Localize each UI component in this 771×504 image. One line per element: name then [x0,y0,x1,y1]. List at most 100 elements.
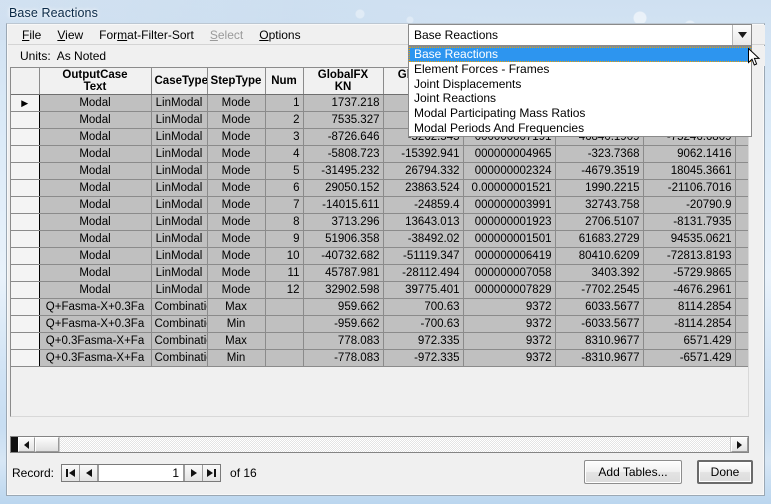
table-cell[interactable]: -323.7368 [555,145,644,163]
record-navigator[interactable]: Record: 1 of 16 [12,462,257,484]
table-row[interactable]: Modal LinModal Mode 12 32902.598 39775.401 000… [11,281,748,299]
column-header-globalfx[interactable]: GlobalFX KN [303,68,384,95]
table-selector-option[interactable]: Modal Periods And Frequencies [409,121,751,136]
record-nav-group[interactable]: 1 [61,464,222,482]
table-selector-option[interactable]: Element Forces - Frames [409,62,751,77]
table-cell[interactable]: Mode [207,281,266,299]
table-cell[interactable]: Mode [207,128,266,146]
table-selector-option[interactable]: Modal Participating Mass Ratios [409,106,751,121]
table-cell[interactable]: LinModal [151,196,208,214]
table-cell[interactable]: 4151.5151 [735,298,748,316]
table-cell[interactable]: -195924.944 [735,179,748,197]
table-cell[interactable]: LinModal [151,247,208,265]
table-cell[interactable]: Q+0.3Fasma-X+Fa [39,349,152,367]
table-cell[interactable]: Mode [207,264,266,282]
table-cell[interactable]: -35587.9522 [735,162,748,180]
table-cell[interactable]: 8114.2854 [643,298,736,316]
table-cell[interactable]: Modal [39,281,152,299]
table-cell[interactable]: 9372 [463,315,556,333]
table-cell[interactable]: Min [207,315,266,333]
table-cell[interactable]: -72813.8193 [643,247,736,265]
triangle-left-icon[interactable] [18,437,35,452]
table-cell[interactable]: 700.63 [383,298,464,316]
table-cell[interactable]: -28112.494 [383,264,464,282]
current-record-arrow-icon[interactable]: ▶ [11,94,40,112]
table-cell[interactable]: 146113.4007 [735,213,748,231]
table-row[interactable]: Modal LinModal Mode 7 -14015.611 -24859.4 0000… [11,196,748,214]
table-cell[interactable]: -203952.309 [735,281,748,299]
table-cell[interactable]: 959.662 [303,298,384,316]
table-selector-box[interactable]: Base Reactions [408,24,752,46]
table-cell[interactable]: 1990.2215 [555,179,644,197]
table-cell[interactable]: 94535.0621 [643,230,736,248]
table-cell[interactable]: LinModal [151,128,208,146]
table-cell[interactable]: 13643.013 [383,213,464,231]
table-cell[interactable]: -24859.4 [383,196,464,214]
table-cell[interactable]: 2706.5107 [555,213,644,231]
table-cell[interactable]: 972.335 [383,332,464,350]
table-cell[interactable]: 9372 [463,298,556,316]
table-cell[interactable]: -51119.347 [383,247,464,265]
table-cell[interactable]: 51906.358 [303,230,384,248]
table-cell[interactable]: LinModal [151,162,208,180]
menu-item-options[interactable]: Options [251,26,308,44]
table-cell[interactable]: 0.00000001521 [463,179,556,197]
table-cell[interactable]: 39775.401 [383,281,464,299]
table-cell[interactable]: -15392.941 [383,145,464,163]
table-cell[interactable]: 7535.327 [303,111,384,129]
table-cell[interactable]: Combination [151,332,208,350]
table-cell[interactable]: -972.335 [383,349,464,367]
table-cell[interactable]: 000000001923 [463,213,556,231]
table-cell[interactable]: -8310.9677 [555,349,644,367]
add-tables-button[interactable]: Add Tables... [584,460,682,484]
table-cell[interactable]: 5474.0995 [735,332,748,350]
row-selector-header[interactable] [11,68,40,95]
table-cell[interactable]: LinModal [151,213,208,231]
done-button[interactable]: Done [697,460,753,484]
table-cell[interactable]: -94521.2652 [735,145,748,163]
table-cell[interactable]: 8310.9677 [555,332,644,350]
record-number-input[interactable]: 1 [98,465,185,481]
table-cell[interactable]: -4679.3519 [555,162,644,180]
table-cell[interactable]: 000000007058 [463,264,556,282]
table-cell[interactable]: Q+0.3Fasma-X+Fa [39,332,152,350]
table-cell[interactable]: Combination [151,298,208,316]
table-cell[interactable] [265,332,304,350]
table-row[interactable]: Modal LinModal Mode 10 -40732.682 -51119.347 0… [11,247,748,265]
table-cell[interactable]: Mode [207,196,266,214]
prev-record-icon[interactable] [80,465,99,481]
row-selector-cell[interactable] [11,281,40,299]
table-cell[interactable]: 9062.1416 [643,145,736,163]
table-cell[interactable]: -121008.123 [735,196,748,214]
table-cell[interactable]: 32902.598 [303,281,384,299]
table-cell[interactable]: LinModal [151,145,208,163]
table-cell[interactable]: -4676.2961 [643,281,736,299]
row-selector-cell[interactable] [11,162,40,180]
table-cell[interactable]: 778.083 [303,332,384,350]
chevron-down-icon[interactable] [732,25,751,45]
table-cell[interactable]: -21106.7016 [643,179,736,197]
table-cell[interactable]: -31495.232 [303,162,384,180]
table-cell[interactable]: 80410.6209 [555,247,644,265]
table-cell[interactable]: 32081.1054 [735,264,748,282]
table-cell[interactable]: 18045.3661 [643,162,736,180]
table-cell[interactable]: Modal [39,196,152,214]
table-cell[interactable]: LinModal [151,230,208,248]
column-header-casetype[interactable]: CaseType [151,68,208,95]
column-header-num[interactable]: Num [265,68,304,95]
table-cell[interactable]: LinModal [151,179,208,197]
table-row[interactable]: Q+0.3Fasma-X+FaCombinationMin -778.083-97… [11,349,748,367]
table-cell[interactable]: Modal [39,94,152,112]
table-cell[interactable]: 45787.981 [303,264,384,282]
table-cell[interactable]: Min [207,349,266,367]
table-cell[interactable]: 000000002324 [463,162,556,180]
menu-item-view[interactable]: View [49,26,91,44]
table-cell[interactable]: 26794.332 [383,162,464,180]
table-cell[interactable]: -700.63 [383,315,464,333]
row-selector-cell[interactable] [11,128,40,146]
table-cell[interactable]: -778.083 [303,349,384,367]
table-row[interactable]: Modal LinModal Mode 5 -31495.232 26794.332 000… [11,162,748,180]
table-cell[interactable]: -7702.2545 [555,281,644,299]
table-cell[interactable]: 2 [265,111,304,129]
row-selector-cell[interactable] [11,179,40,197]
